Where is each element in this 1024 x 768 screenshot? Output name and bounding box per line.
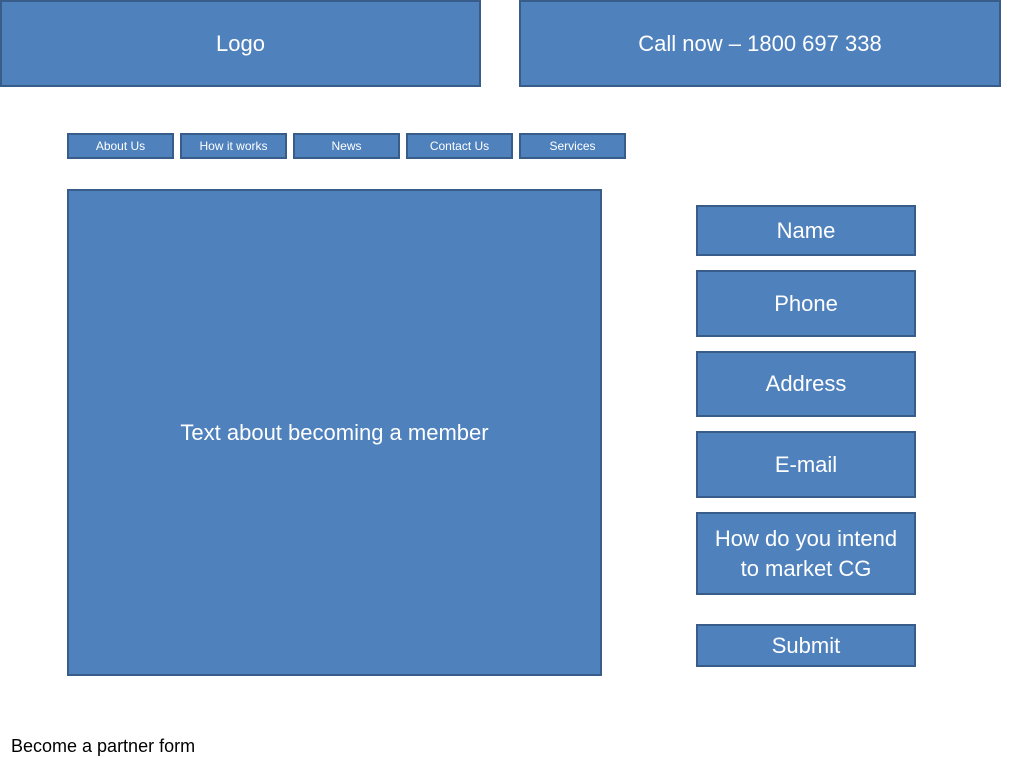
call-now-label: Call now – 1800 697 338 — [638, 30, 882, 56]
logo-label: Logo — [216, 30, 265, 56]
logo-placeholder[interactable]: Logo — [0, 0, 481, 87]
nav-item-label: News — [331, 139, 362, 153]
nav-item-news[interactable]: News — [293, 133, 400, 159]
nav-item-about-us[interactable]: About Us — [67, 133, 174, 159]
submit-button[interactable]: Submit — [696, 624, 916, 667]
address-field[interactable]: Address — [696, 351, 916, 417]
call-now-banner[interactable]: Call now – 1800 697 338 — [519, 0, 1001, 87]
marketing-plan-label: How do you intend to market CG — [714, 525, 898, 581]
address-field-label: Address — [765, 371, 847, 396]
membership-text: Text about becoming a member — [180, 419, 489, 445]
name-field-label: Name — [776, 217, 836, 243]
phone-field-label: Phone — [774, 290, 838, 316]
nav-item-label: Services — [549, 139, 596, 153]
nav-item-services[interactable]: Services — [519, 133, 626, 159]
nav-item-label: Contact Us — [429, 139, 490, 153]
email-field-label: E-mail — [774, 451, 838, 477]
phone-field[interactable]: Phone — [696, 270, 916, 337]
membership-text-panel: Text about becoming a member — [67, 189, 602, 676]
page-caption: Become a partner form — [11, 736, 196, 756]
nav-item-contact-us[interactable]: Contact Us — [406, 133, 513, 159]
marketing-plan-field[interactable]: How do you intend to market CG — [696, 512, 916, 595]
submit-button-label: Submit — [771, 632, 841, 658]
nav-item-how-it-works[interactable]: How it works — [180, 133, 287, 159]
name-field[interactable]: Name — [696, 205, 916, 256]
email-field[interactable]: E-mail — [696, 431, 916, 498]
nav-item-label: How it works — [199, 139, 268, 153]
nav-item-label: About Us — [95, 139, 146, 153]
